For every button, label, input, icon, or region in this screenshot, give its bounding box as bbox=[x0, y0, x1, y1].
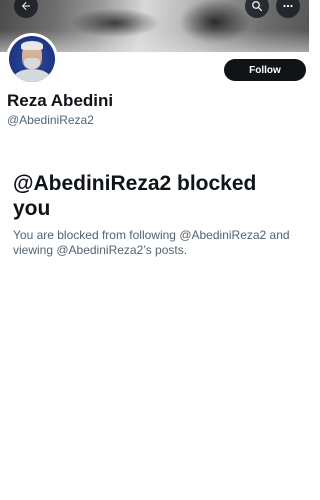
avatar-hair bbox=[21, 41, 43, 50]
display-name: Reza Abedini bbox=[7, 91, 114, 110]
search-icon bbox=[252, 1, 263, 12]
blocked-title: @AbediniReza2 blocked you bbox=[13, 172, 257, 220]
avatar-image bbox=[9, 36, 55, 82]
arrow-left-icon bbox=[22, 2, 30, 10]
avatar-shirt bbox=[13, 69, 51, 82]
profile-handle: @AbediniReza2 bbox=[7, 113, 94, 127]
more-button[interactable] bbox=[276, 0, 300, 18]
avatar-beard bbox=[24, 58, 40, 69]
more-horizontal-icon bbox=[283, 4, 293, 8]
follow-button[interactable]: Follow bbox=[224, 59, 306, 81]
blocked-description: You are blocked from following @AbediniR… bbox=[13, 228, 290, 257]
avatar[interactable] bbox=[6, 33, 58, 85]
search-button[interactable] bbox=[245, 0, 269, 18]
back-button[interactable] bbox=[14, 0, 38, 18]
